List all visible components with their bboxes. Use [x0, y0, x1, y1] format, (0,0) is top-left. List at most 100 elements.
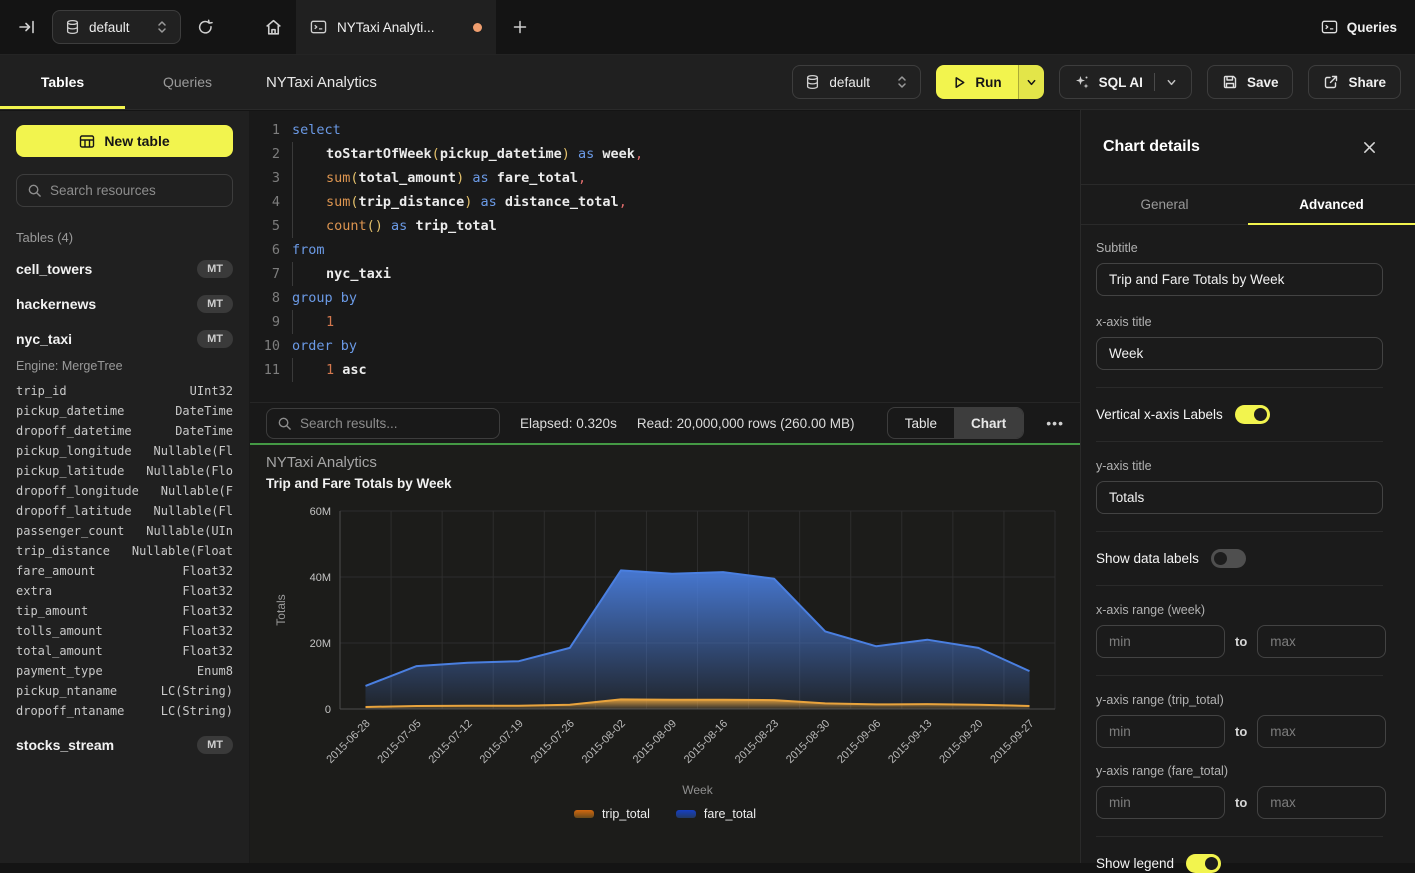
yaxis-title-input[interactable] [1096, 481, 1383, 514]
chevron-down-icon [1026, 77, 1037, 88]
legend-item-fare_total[interactable]: fare_total [676, 807, 756, 821]
database-icon [65, 19, 80, 35]
svg-text:2015-08-09: 2015-08-09 [631, 718, 679, 766]
new-table-button[interactable]: New table [16, 125, 233, 157]
svg-text:20M: 20M [310, 638, 331, 650]
column-row: tip_amountFloat32 [16, 601, 233, 621]
close-panel-button[interactable] [1356, 133, 1383, 161]
tab-nytaxi-analytics[interactable]: NYTaxi Analyti... [296, 0, 496, 54]
to-label: to [1235, 795, 1247, 810]
sql-ai-button[interactable]: SQL AI [1059, 65, 1192, 99]
second-row: Tables Queries NYTaxi Analytics default … [0, 55, 1415, 110]
chevrons-up-down-icon [896, 75, 908, 89]
column-type: Nullable(UIn [146, 524, 233, 538]
line-number: 10 [250, 334, 280, 358]
column-row: pickup_latitudeNullable(Flo [16, 461, 233, 481]
floppy-disk-icon [1222, 74, 1238, 90]
chart-subtitle: Trip and Fare Totals by Week [266, 476, 452, 491]
xaxis-range-max-input[interactable] [1257, 625, 1386, 658]
results-search-input[interactable] [300, 416, 489, 431]
engine-badge: MT [197, 736, 233, 754]
new-tab-button[interactable] [496, 0, 544, 54]
resource-search [16, 174, 233, 207]
collapse-sidebar-button[interactable] [14, 14, 40, 40]
column-type: Nullable(Fl [154, 444, 233, 458]
code-text: 1 [280, 310, 334, 334]
column-name: pickup_longitude [16, 444, 132, 458]
svg-text:2015-07-05: 2015-07-05 [375, 718, 423, 766]
column-type: Nullable(Float [132, 544, 233, 558]
column-row: pickup_longitude Nullable(Fl [16, 441, 233, 461]
xaxis-title-input[interactable] [1096, 337, 1383, 370]
button-divider [1154, 73, 1155, 91]
chart-card: NYTaxi Analytics Trip and Fare Totals by… [250, 443, 1080, 863]
yaxis-range-trip-min-input[interactable] [1096, 715, 1225, 748]
panel-title: Chart details [1103, 138, 1200, 156]
yaxis-range-trip-max-input[interactable] [1257, 715, 1386, 748]
svg-text:2015-08-16: 2015-08-16 [682, 718, 730, 766]
database-selector[interactable]: default [52, 10, 181, 44]
line-number: 5 [250, 214, 280, 238]
yaxis-range-fare-min-input[interactable] [1096, 786, 1225, 819]
xaxis-range-min-input[interactable] [1096, 625, 1225, 658]
sql-editor[interactable]: 1select2toStartOfWeek(pickup_datetime) a… [250, 111, 1080, 402]
share-button[interactable]: Share [1308, 65, 1401, 99]
legend-item-trip_total[interactable]: trip_total [574, 807, 650, 821]
save-button[interactable]: Save [1207, 65, 1294, 99]
table-item-nyc_taxi[interactable]: nyc_taxiMT [16, 328, 233, 350]
column-type: Float32 [182, 644, 233, 658]
yaxis-range-fare-label: y-axis range (fare_total) [1096, 764, 1382, 778]
svg-text:2015-09-06: 2015-09-06 [835, 718, 883, 766]
table-item-cell_towers[interactable]: cell_towers MT [16, 258, 233, 280]
code-text: 1 asc [280, 358, 367, 382]
terminal-window-icon [310, 19, 327, 35]
panel-tabs: General Advanced [1081, 185, 1415, 225]
panel-tab-advanced[interactable]: Advanced [1248, 185, 1415, 224]
show-data-labels-label: Show data labels [1096, 551, 1199, 566]
table-item-stocks_stream[interactable]: stocks_streamMT [16, 734, 233, 756]
code-line: 8group by [250, 286, 1080, 310]
sparkles-icon [1074, 74, 1090, 90]
refresh-icon [197, 19, 214, 36]
chart-details-panel: Chart details General Advanced Subtitle … [1080, 110, 1415, 863]
results-search [266, 408, 500, 439]
table-grid-icon [79, 134, 95, 149]
run-button[interactable]: Run [936, 65, 1017, 99]
elapsed-time: Elapsed: 0.320s [520, 416, 617, 431]
code-line: 91 [250, 310, 1080, 334]
run-button-label: Run [975, 75, 1001, 90]
show-data-labels-toggle[interactable] [1211, 549, 1246, 568]
toolbar-actions: default Run SQL AI Save [792, 65, 1401, 99]
table-item-hackernews[interactable]: hackernewsMT [16, 293, 233, 315]
line-number: 7 [250, 262, 280, 286]
home-button[interactable] [250, 0, 296, 54]
refresh-button[interactable] [193, 15, 218, 40]
more-options-button[interactable]: ••• [1044, 415, 1066, 431]
divider [1096, 836, 1383, 837]
vertical-xaxis-labels-toggle[interactable] [1235, 405, 1270, 424]
yaxis-range-fare-max-input[interactable] [1257, 786, 1386, 819]
run-options-caret[interactable] [1018, 65, 1044, 99]
sidebar-tab-queries[interactable]: Queries [125, 55, 250, 109]
engine-badge: MT [197, 260, 233, 278]
toggle-knob [1205, 857, 1218, 870]
view-chart-button[interactable]: Chart [954, 408, 1023, 438]
table-name: cell_towers [16, 261, 92, 277]
run-database-selector[interactable]: default [792, 65, 921, 99]
column-name: tip_amount [16, 604, 88, 618]
column-name: pickup_latitude [16, 464, 124, 478]
code-text: order by [280, 334, 357, 358]
resource-search-input[interactable] [50, 183, 222, 198]
subtitle-input[interactable] [1096, 263, 1383, 296]
panel-tab-general[interactable]: General [1081, 185, 1248, 224]
queries-button[interactable]: Queries [1321, 19, 1397, 35]
column-name: dropoff_longitude [16, 484, 139, 498]
view-table-button[interactable]: Table [888, 408, 954, 438]
sidebar-tab-tables[interactable]: Tables [0, 55, 125, 109]
line-number: 8 [250, 286, 280, 310]
show-legend-toggle[interactable] [1186, 854, 1221, 873]
column-name: pickup_datetime [16, 404, 124, 418]
column-name: trip_id [16, 384, 67, 398]
magnifier-icon [277, 416, 292, 431]
panel-header: Chart details [1081, 110, 1415, 185]
